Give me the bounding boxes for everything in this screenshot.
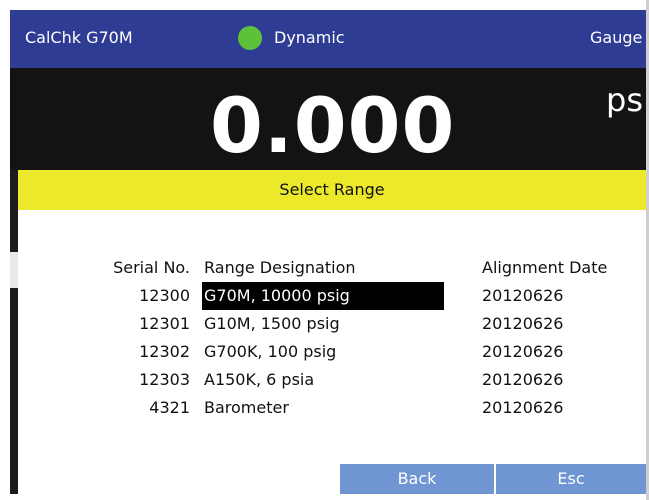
- table-header-row: Serial No. Range Designation Alignment D…: [18, 254, 646, 282]
- range-cell-selected[interactable]: G70M, 10000 psig: [202, 282, 444, 310]
- app-title: CalChk G70M: [25, 28, 133, 47]
- column-header-serial: Serial No.: [113, 258, 190, 277]
- device-screen: CalChk G70M Dynamic Gauge 0.000 psi Sele…: [10, 10, 646, 494]
- serial-cell: 12303: [139, 370, 190, 389]
- dialog-footer: Back Esc: [18, 464, 646, 494]
- serial-cell: 12300: [139, 286, 190, 305]
- range-cell[interactable]: Barometer: [202, 394, 444, 422]
- pressure-unit[interactable]: psi: [606, 80, 646, 120]
- date-cell: 20120626: [482, 342, 564, 361]
- range-cell[interactable]: A150K, 6 psia: [202, 366, 444, 394]
- header-bar: CalChk G70M Dynamic Gauge: [10, 10, 646, 68]
- table-row[interactable]: 12300 G70M, 10000 psig 20120626: [18, 282, 646, 310]
- back-button[interactable]: Back: [340, 464, 494, 494]
- range-table: Serial No. Range Designation Alignment D…: [18, 254, 646, 422]
- date-cell: 20120626: [482, 370, 564, 389]
- range-cell[interactable]: G700K, 100 psig: [202, 338, 444, 366]
- table-row[interactable]: 12302 G700K, 100 psig 20120626: [18, 338, 646, 366]
- reading-display: 0.000 psi: [10, 68, 646, 170]
- table-row[interactable]: 12301 G10M, 1500 psig 20120626: [18, 310, 646, 338]
- table-row[interactable]: 12303 A150K, 6 psia 20120626: [18, 366, 646, 394]
- esc-button[interactable]: Esc: [496, 464, 646, 494]
- serial-cell: 12302: [139, 342, 190, 361]
- dialog-title: Select Range: [18, 170, 646, 210]
- range-cell[interactable]: G10M, 1500 psig: [202, 310, 444, 338]
- date-cell: 20120626: [482, 286, 564, 305]
- pressure-reading: 0.000: [210, 81, 456, 170]
- serial-cell: 4321: [149, 398, 190, 417]
- status-indicator-icon: [238, 26, 262, 50]
- background-panel-highlight: [10, 252, 18, 288]
- background-panel-edge: [10, 170, 18, 494]
- column-header-range: Range Designation: [204, 258, 356, 277]
- date-cell: 20120626: [482, 314, 564, 333]
- column-header-date: Alignment Date: [482, 258, 608, 277]
- status-label: Dynamic: [274, 28, 345, 47]
- mode-label[interactable]: Gauge: [590, 28, 642, 48]
- select-range-dialog: Select Range Serial No. Range Designatio…: [18, 170, 646, 494]
- table-row[interactable]: 4321 Barometer 20120626: [18, 394, 646, 422]
- serial-cell: 12301: [139, 314, 190, 333]
- date-cell: 20120626: [482, 398, 564, 417]
